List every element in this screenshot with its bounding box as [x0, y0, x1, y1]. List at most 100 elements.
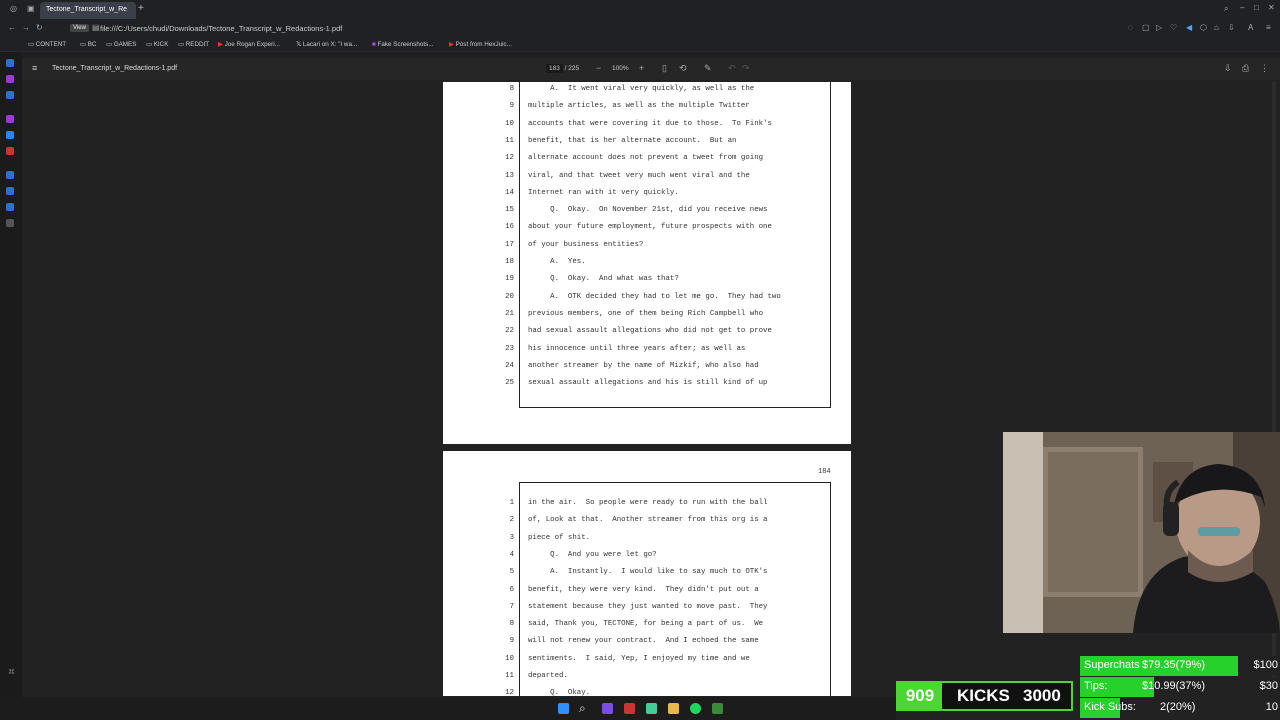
- bookmark-hexjuice[interactable]: ▶ Post from HexJuic...: [449, 41, 512, 48]
- transcript-line: benefit, they were very kind. They didn'…: [528, 585, 759, 594]
- browser-tab-active[interactable]: Tectone_Transcript_w_Re: [40, 2, 136, 19]
- shield-icon[interactable]: ⬡: [1200, 23, 1207, 32]
- heart-icon[interactable]: ♡: [1170, 23, 1177, 32]
- sidebar-app-icon[interactable]: [6, 131, 14, 139]
- line-number: 4: [509, 550, 514, 559]
- redo-icon[interactable]: ↷: [742, 63, 750, 74]
- maximize-icon[interactable]: □: [1254, 3, 1259, 12]
- bookmark-bc[interactable]: ▭ BC: [80, 41, 96, 48]
- transcript-line: alternate account does not prevent a twe…: [528, 154, 764, 163]
- bookmark-games[interactable]: ▭ GAMES: [106, 41, 136, 48]
- spotify-icon[interactable]: [690, 703, 701, 714]
- line-number: 17: [505, 240, 514, 249]
- transcript-line: had sexual assault allegations who did n…: [528, 327, 772, 336]
- tips-goal: Tips: $10.99(37%) $30: [1080, 677, 1280, 697]
- app-icon[interactable]: [624, 703, 635, 714]
- tab-list-icon[interactable]: ▣: [27, 4, 35, 13]
- bookmark-lacari[interactable]: 𝕏 Lacari on X: "I wa...: [296, 41, 357, 48]
- back-icon[interactable]: ←: [8, 23, 16, 32]
- transcript-line: sexual assault allegations and his is st…: [528, 379, 768, 388]
- sidebar-app-icon[interactable]: [6, 75, 14, 83]
- reload-icon[interactable]: ↻: [36, 23, 43, 32]
- line-number: 21: [505, 309, 514, 318]
- sidebar-app-icon[interactable]: [6, 115, 14, 123]
- total-pages: / 225: [564, 65, 580, 72]
- page-number: 184: [818, 468, 831, 476]
- sidebar-app-icon[interactable]: [6, 203, 14, 211]
- bookmark-reddit[interactable]: ▭ REDDIT: [178, 41, 209, 48]
- url-field[interactable]: file:///C:/Users/chudi/Downloads/Tectone…: [100, 22, 342, 35]
- transcript-line: of your business entities?: [528, 240, 644, 249]
- zoom-out-icon[interactable]: −: [596, 63, 601, 73]
- line-number: 23: [505, 344, 514, 353]
- sidebar-app-icon[interactable]: [6, 147, 14, 155]
- download-icon[interactable]: ⇩: [1224, 63, 1232, 74]
- sidebar-app-icon[interactable]: [6, 59, 14, 67]
- discord-icon[interactable]: [602, 703, 613, 714]
- more-options-icon[interactable]: ⋮: [1260, 63, 1269, 74]
- page-counter: 183 / 225: [546, 64, 580, 73]
- hamburger-menu-icon[interactable]: ≡: [32, 63, 37, 73]
- transcript-line: about your future employment, future pro…: [528, 223, 772, 232]
- line-number: 5: [509, 568, 514, 577]
- bottom-left-icon[interactable]: ⌘: [8, 668, 15, 676]
- line-number: 10: [505, 654, 514, 663]
- line-number: 22: [505, 327, 514, 336]
- app-icon[interactable]: [712, 703, 723, 714]
- line-number: 19: [505, 275, 514, 284]
- line-number: 10: [505, 119, 514, 128]
- print-icon[interactable]: ⎙: [1242, 63, 1249, 74]
- extension-icon[interactable]: ▢: [1142, 23, 1150, 32]
- bookmark-joe-rogan[interactable]: ▶ Joe Rogan Experi...: [218, 41, 280, 48]
- forward-icon[interactable]: →: [22, 23, 30, 32]
- draw-icon[interactable]: ✎: [704, 63, 712, 74]
- youtube-icon: ▶: [218, 41, 223, 48]
- line-number: 11: [505, 136, 514, 145]
- transcript-line: sentiments. I said, Yep, I enjoyed my ti…: [528, 654, 750, 663]
- line-number: 18: [505, 258, 514, 266]
- download-icon[interactable]: ⇩: [1228, 23, 1235, 32]
- speaker-icon[interactable]: ◀: [1186, 23, 1192, 32]
- zoom-in-icon[interactable]: +: [639, 63, 644, 73]
- settings-icon[interactable]: [6, 219, 14, 227]
- transcript-line: of, Look at that. Another streamer from …: [528, 516, 768, 525]
- pdf-filename: Tectone_Transcript_w_Redactions-1.pdf: [52, 65, 178, 72]
- line-number: 24: [505, 361, 514, 370]
- transcript-line: Q. Okay. On November 21st, did you recei…: [528, 206, 768, 215]
- line-number: 7: [509, 602, 514, 611]
- tab-title: Tectone_Transcript_w_Re: [46, 6, 128, 13]
- line-number: 9: [509, 102, 514, 111]
- rotate-icon[interactable]: ⟲: [679, 63, 687, 74]
- menu-icon[interactable]: ≡: [1266, 23, 1271, 32]
- transcript-line: benefit, that is her alternate account. …: [528, 136, 737, 145]
- extension-icon[interactable]: ◌: [1128, 23, 1133, 32]
- transcript-line: Q. Okay. And what was that?: [528, 275, 679, 284]
- bookmark-content[interactable]: ▭ CONTENT: [28, 41, 66, 48]
- sidebar-app-icon[interactable]: [6, 187, 14, 195]
- browser-logo-icon[interactable]: ◎: [10, 4, 17, 13]
- sidebar-app-icon[interactable]: [6, 91, 14, 99]
- transcript-line: A. Instantly. I would like to say much t…: [528, 568, 768, 577]
- transcript-line: in the air. So people were ready to run …: [528, 499, 768, 507]
- sidebar-app-icon[interactable]: [6, 171, 14, 179]
- bookmark-fake-screenshots[interactable]: ■ Fake Screenshots...: [372, 41, 434, 48]
- ai-icon[interactable]: A: [1248, 23, 1253, 32]
- app-icon[interactable]: [646, 703, 657, 714]
- minimize-icon[interactable]: –: [1240, 3, 1244, 12]
- play-icon[interactable]: ▷: [1156, 23, 1162, 32]
- file-explorer-icon[interactable]: [668, 703, 679, 714]
- current-page-input[interactable]: 183: [546, 64, 563, 73]
- zoom-level[interactable]: 100%: [612, 65, 629, 72]
- wallet-icon[interactable]: ⌂: [1214, 23, 1219, 32]
- superchats-goal: Superchats $79.35(79%) $100: [1080, 656, 1280, 676]
- undo-icon[interactable]: ↶: [728, 63, 736, 74]
- search-icon[interactable]: ⌕: [579, 701, 586, 716]
- new-tab-icon[interactable]: +: [138, 3, 144, 14]
- close-icon[interactable]: ✕: [1268, 3, 1275, 12]
- start-menu-icon[interactable]: [558, 703, 569, 714]
- search-icon[interactable]: ⌕: [1224, 4, 1228, 14]
- fit-page-icon[interactable]: ▯: [662, 63, 667, 74]
- twitch-icon: ■: [372, 41, 376, 48]
- bookmark-kick[interactable]: ▭ KICK: [146, 41, 168, 48]
- transcript-line: statement because they just wanted to mo…: [528, 602, 768, 611]
